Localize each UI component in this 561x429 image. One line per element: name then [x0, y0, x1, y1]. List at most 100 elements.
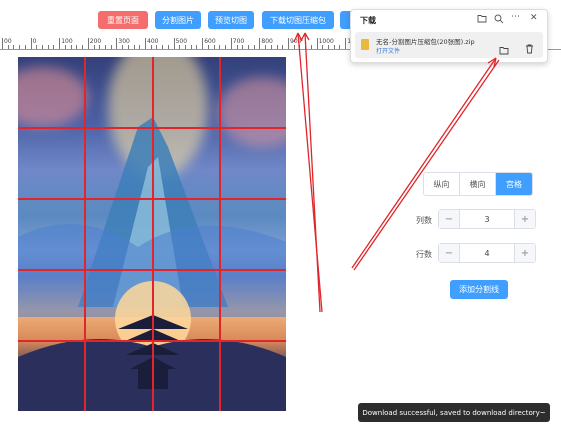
columns-plus-button[interactable]: + — [515, 210, 535, 228]
download-zip-button[interactable]: 下载切图压缩包 — [262, 11, 334, 29]
ruler-tick — [333, 45, 335, 49]
split-image-button[interactable]: 分割图片 — [155, 11, 201, 29]
columns-stepper: − 3 + — [438, 209, 536, 229]
ruler-tick — [196, 45, 198, 49]
ruler-tick — [339, 45, 341, 49]
ruler-tick — [110, 45, 112, 49]
ruler-label: 00 — [4, 38, 12, 45]
search-icon[interactable] — [494, 14, 504, 27]
ruler-tick — [70, 45, 72, 49]
ruler-tick — [288, 38, 289, 49]
ruler-tick — [207, 45, 209, 49]
rows-stepper: − 4 + — [438, 243, 536, 263]
grid-line-h1[interactable] — [18, 127, 286, 129]
ruler-tick — [310, 45, 312, 49]
ruler-tick — [299, 45, 301, 49]
download-file-name: 无名-分割图片压缩包(20张图).zip — [376, 38, 475, 46]
ruler-label: 400 — [147, 38, 159, 45]
ruler-label: 100 — [61, 38, 73, 45]
ruler-tick — [328, 45, 330, 49]
ruler-tick — [99, 45, 101, 49]
add-split-line-button[interactable]: 添加分割线 — [450, 280, 508, 299]
download-item[interactable]: 无名-分割图片压缩包(20张图).zip 打开文件 — [355, 32, 543, 58]
ruler-tick — [305, 45, 307, 49]
ruler-tick — [93, 45, 95, 49]
ruler-tick — [47, 45, 49, 49]
zip-file-icon — [361, 39, 369, 50]
folder-icon[interactable] — [477, 14, 487, 26]
ruler-tick — [42, 45, 44, 49]
ruler-tick — [162, 45, 164, 49]
arrow-to-download-button — [297, 32, 323, 313]
ruler-tick — [87, 38, 89, 49]
ruler-tick — [82, 45, 84, 49]
ruler-label: 1000 — [318, 38, 334, 45]
columns-label: 列数 — [416, 216, 432, 225]
download-panel: 下载 ⋯ ✕ 无名-分割图片压缩包(20张图).zip 打开文件 — [350, 9, 548, 63]
ruler-tick — [230, 38, 232, 49]
rows-plus-button[interactable]: + — [515, 244, 535, 262]
arrow-to-download-button-2 — [304, 32, 321, 313]
open-file-link[interactable]: 打开文件 — [376, 46, 400, 55]
mode-vertical[interactable]: 纵向 — [424, 173, 460, 195]
ruler-tick — [76, 45, 78, 49]
show-in-folder-icon[interactable] — [499, 40, 509, 59]
ruler-tick — [127, 45, 129, 49]
ruler-tick — [219, 45, 221, 49]
split-mode-segment: 纵向 横向 宫格 — [423, 172, 533, 196]
ruler-label: 600 — [204, 38, 216, 45]
ruler-tick — [116, 38, 118, 49]
ruler-tick — [139, 45, 141, 49]
grid-line-h3[interactable] — [18, 269, 286, 271]
ruler-tick — [173, 38, 175, 49]
grid-line-v1[interactable] — [84, 57, 86, 411]
ruler-tick — [265, 45, 267, 49]
mode-grid[interactable]: 宫格 — [496, 173, 532, 195]
ruler-label: 0 — [32, 38, 37, 45]
close-icon[interactable]: ✕ — [530, 13, 538, 23]
ruler-tick — [316, 38, 318, 49]
ruler-tick — [225, 45, 227, 49]
ruler-label: 300 — [118, 38, 130, 45]
ruler-tick — [185, 45, 187, 49]
download-success-toast: Download successful, saved to download d… — [358, 403, 550, 422]
delete-icon[interactable] — [525, 39, 534, 58]
ruler-tick — [64, 45, 66, 49]
ruler-tick — [236, 45, 238, 49]
ruler-tick — [7, 45, 9, 49]
ruler-tick — [156, 45, 158, 49]
ruler-tick — [24, 45, 26, 49]
ruler-tick — [150, 45, 152, 49]
ruler-tick — [322, 45, 324, 49]
ruler-label: 200 — [89, 38, 102, 45]
ruler-tick — [167, 45, 169, 49]
grid-line-v2[interactable] — [152, 57, 154, 411]
ruler-tick — [145, 38, 146, 49]
ruler-tick — [247, 45, 249, 49]
ruler-tick — [104, 45, 106, 49]
columns-value[interactable]: 3 — [459, 210, 515, 228]
ruler-tick — [2, 38, 3, 49]
columns-minus-button[interactable]: − — [439, 210, 459, 228]
ruler-tick — [282, 45, 284, 49]
rows-value[interactable]: 4 — [459, 244, 515, 262]
rows-minus-button[interactable]: − — [439, 244, 459, 262]
ruler-tick — [19, 45, 21, 49]
grid-line-h4[interactable] — [18, 340, 286, 342]
ruler-tick — [270, 45, 272, 49]
download-panel-title: 下载 — [360, 16, 376, 25]
ruler-tick — [259, 38, 261, 49]
grid-line-v3[interactable] — [219, 57, 221, 411]
arrow-to-download-item-2 — [353, 59, 500, 271]
ruler-tick — [213, 45, 215, 49]
mode-horizontal[interactable]: 横向 — [460, 173, 496, 195]
ruler-tick — [190, 45, 192, 49]
ruler-tick — [30, 38, 32, 49]
ruler-tick — [242, 45, 244, 49]
ruler-tick — [122, 45, 124, 49]
more-icon[interactable]: ⋯ — [511, 12, 520, 22]
grid-line-h2[interactable] — [18, 198, 286, 200]
reset-page-button[interactable]: 重置页面 — [98, 11, 148, 29]
preview-slices-button[interactable]: 预览切图 — [208, 11, 254, 29]
ruler-tick — [293, 45, 295, 49]
